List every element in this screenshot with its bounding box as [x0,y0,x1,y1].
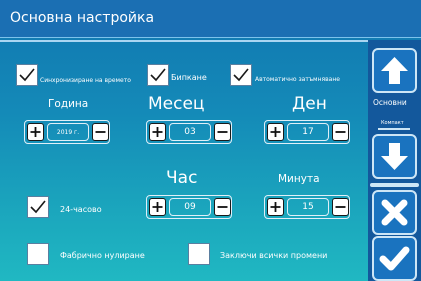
arrow-up-icon [381,57,408,84]
page-sub-label: Компакт [381,120,404,126]
page-up-button[interactable] [372,48,417,93]
title-bar: Основна настройка [0,0,421,38]
minus-icon [95,131,106,133]
year-stepper: 2019 г. [24,120,110,144]
checkmark-icon [233,68,249,82]
minus-icon [335,131,346,133]
page-title: Основна настройка [10,10,155,26]
minute-plus-button[interactable] [267,198,284,216]
month-label: Месец [148,94,205,114]
cancel-button[interactable] [372,190,417,235]
page-name-label: Основни [373,98,407,107]
hour-label: Час [166,168,198,188]
check-icon [379,246,410,271]
settings-panel: Синхронизиране на времето Бипкане Автома… [0,40,368,281]
checkmark-icon [30,200,46,214]
sidebar-divider [370,183,419,187]
settings-screen: Основна настройка Синхронизиране на врем… [0,0,421,281]
plus-icon [270,127,281,137]
month-minus-button[interactable] [214,123,231,141]
auto-dim-label: Автоматично затъмняване [255,76,340,83]
hour-minus-button[interactable] [214,198,231,216]
lock-changes-label: Заключи всички промени [220,251,328,260]
hour-value[interactable]: 09 [169,198,211,216]
lock-changes-checkbox[interactable] [188,243,210,265]
minus-icon [217,206,228,208]
day-value[interactable]: 17 [287,123,329,141]
factory-reset-label: Фабрично нулиране [60,251,145,260]
sync-time-label: Синхронизиране на времето [40,77,131,84]
minus-icon [335,206,346,208]
month-stepper: 03 [146,120,232,144]
month-plus-button[interactable] [149,123,166,141]
hour-plus-button[interactable] [149,198,166,216]
day-label: Ден [292,94,327,114]
year-minus-button[interactable] [92,123,109,141]
page-down-button[interactable] [372,134,417,179]
arrow-down-icon [381,143,408,170]
beep-checkbox[interactable] [147,64,169,86]
day-minus-button[interactable] [332,123,349,141]
plus-icon [270,202,281,212]
minute-value[interactable]: 15 [287,198,329,216]
beep-label: Бипкане [171,73,207,82]
sync-time-checkbox[interactable] [16,64,38,86]
minus-icon [217,131,228,133]
hour-stepper: 09 [146,195,232,219]
month-value[interactable]: 03 [169,123,211,141]
plus-icon [30,127,41,137]
plus-icon [152,202,163,212]
auto-dim-checkbox[interactable] [230,64,252,86]
minute-stepper: 15 [264,195,350,219]
day-plus-button[interactable] [267,123,284,141]
plus-icon [152,127,163,137]
page-indicator [378,128,410,130]
navigation-sidebar: Основни Компакт [368,40,421,281]
factory-reset-checkbox[interactable] [27,243,49,265]
minute-label: Минута [278,173,320,185]
year-label: Година [48,98,89,110]
minute-minus-button[interactable] [332,198,349,216]
confirm-button[interactable] [372,236,417,281]
checkmark-icon [19,68,35,82]
day-stepper: 17 [264,120,350,144]
hour24-label: 24-часово [60,205,102,214]
hour24-checkbox[interactable] [27,196,49,218]
year-value[interactable]: 2019 г. [47,123,89,141]
cross-icon [381,199,408,226]
year-plus-button[interactable] [27,123,44,141]
checkmark-icon [150,68,166,82]
